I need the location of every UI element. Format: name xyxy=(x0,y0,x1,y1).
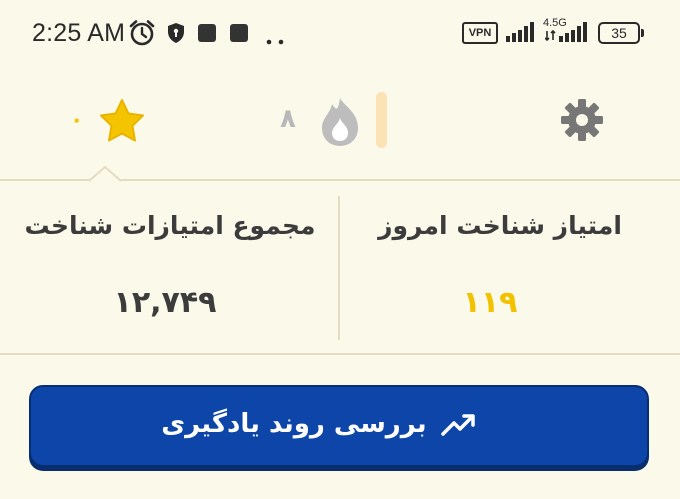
more-dots-icon xyxy=(266,30,286,49)
learning-progress-button[interactable]: بررسی روند یادگیری xyxy=(29,385,649,467)
trending-up-icon xyxy=(441,412,477,442)
today-score-label: امتیاز شناخت امروز xyxy=(378,211,622,240)
divider xyxy=(0,353,680,355)
streak-tab[interactable]: ۸ xyxy=(270,92,400,152)
star-icon xyxy=(98,98,146,148)
streak-count: ۸ xyxy=(280,104,296,134)
total-score-panel: مجموع امتیازات شناخت ۱۲,۷۴۹ xyxy=(0,181,340,353)
shield-icon xyxy=(166,22,186,48)
total-score-value: ۱۲,۷۴۹ xyxy=(113,285,217,320)
signal-icon xyxy=(506,22,538,46)
flame-icon xyxy=(318,96,362,152)
settings-icon[interactable] xyxy=(560,98,604,146)
today-score-value: ۱۱۹ xyxy=(462,285,518,320)
signal-icon xyxy=(544,22,591,46)
status-time: 2:25 AM xyxy=(32,19,126,47)
total-score-label: مجموع امتیازات شناخت xyxy=(24,211,316,240)
battery-indicator: 35 xyxy=(598,22,644,44)
star-count: ۰ xyxy=(70,108,84,133)
notification-icon xyxy=(230,24,248,42)
learning-progress-label: بررسی روند یادگیری xyxy=(161,409,427,439)
vpn-badge: VPN xyxy=(462,22,498,44)
notification-icon xyxy=(198,24,216,42)
streak-progress-bar xyxy=(376,92,387,148)
status-bar: 2:25 AM VPN 4.5G 35 xyxy=(0,0,680,64)
stars-tab[interactable]: ۰ xyxy=(68,94,158,149)
today-score-panel: امتیاز شناخت امروز ۱۱۹ xyxy=(340,181,680,353)
top-bar: ۰ ۸ xyxy=(0,64,680,179)
alarm-icon xyxy=(128,19,156,51)
